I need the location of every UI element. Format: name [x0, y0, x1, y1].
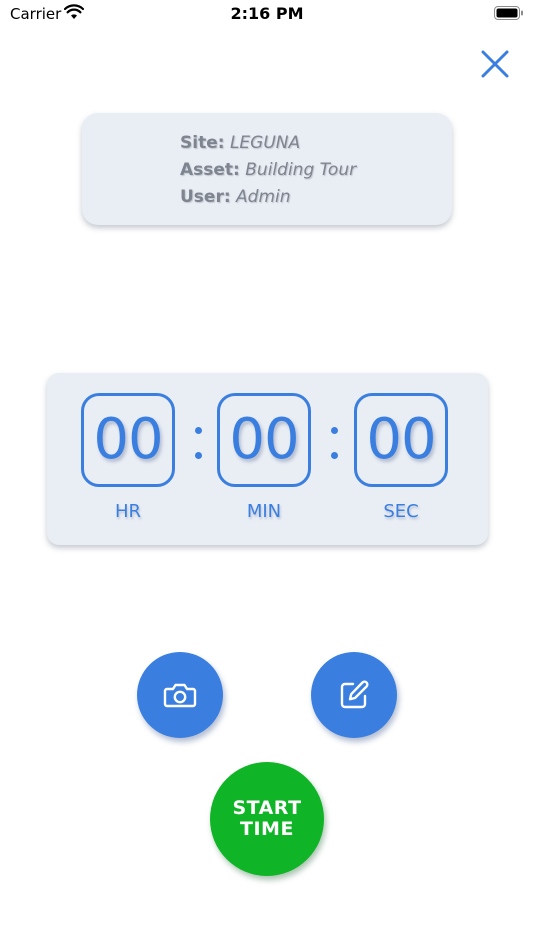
timer-screen: Carrier 2:16 PM Site: LEGUNA Asset: Buil…: [0, 0, 534, 950]
user-label: User:: [180, 187, 231, 207]
hours-value: 00: [93, 407, 163, 472]
camera-icon: [163, 683, 197, 708]
camera-button[interactable]: [137, 652, 223, 738]
close-icon: [481, 50, 509, 78]
site-value: LEGUNA: [229, 133, 301, 153]
user-value: Admin: [236, 187, 291, 207]
asset-value: Building Tour: [245, 160, 357, 180]
edit-icon: [340, 680, 369, 709]
colon-separator: [331, 425, 339, 461]
seconds-label: SEC: [383, 501, 419, 522]
start-time-button[interactable]: START TIME: [210, 762, 324, 876]
user-row: User: Admin: [180, 184, 356, 211]
hours-label: HR: [114, 501, 142, 522]
minutes-value: 00: [229, 407, 299, 472]
seconds-value: 00: [366, 407, 436, 472]
start-label-line2: TIME: [240, 818, 294, 840]
status-bar: Carrier 2:16 PM: [0, 0, 534, 28]
close-button[interactable]: [478, 47, 512, 81]
minutes-box: 00: [217, 393, 311, 487]
edit-note-button[interactable]: [311, 652, 397, 738]
start-time-label: START TIME: [217, 798, 317, 840]
timer-display-card: 00 00 00 HR MIN SEC: [47, 373, 488, 545]
asset-row: Asset: Building Tour: [180, 157, 356, 184]
session-info: Site: LEGUNA Asset: Building Tour User: …: [180, 130, 356, 211]
colon-separator: [195, 425, 203, 461]
hours-box: 00: [81, 393, 175, 487]
seconds-box: 00: [354, 393, 448, 487]
minutes-label: MIN: [246, 501, 282, 522]
asset-label: Asset:: [180, 160, 240, 180]
status-time: 2:16 PM: [230, 4, 304, 23]
site-label: Site:: [180, 133, 225, 153]
session-info-card: Site: LEGUNA Asset: Building Tour User: …: [82, 113, 452, 225]
site-row: Site: LEGUNA: [180, 130, 356, 157]
start-label-line1: START: [232, 797, 302, 819]
battery-icon: [494, 6, 523, 20]
